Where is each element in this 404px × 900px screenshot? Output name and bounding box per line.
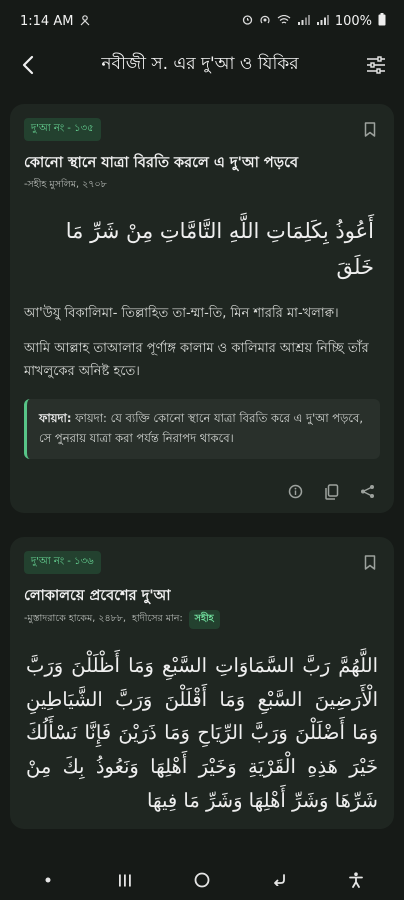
reference-text: -মুস্তাদরাকে হাকেম, ২৪৮৮,: [24, 613, 126, 625]
recent-apps-button[interactable]: [110, 865, 140, 895]
home-button[interactable]: [187, 865, 217, 895]
dua-reference: -মুস্তাদরাকে হাকেম, ২৪৮৮, হাদীসের মান: স…: [24, 610, 380, 630]
dua-reference: -সহীহ মুসলিম, ২৭০৮: [24, 178, 380, 193]
share-button[interactable]: [358, 483, 376, 501]
copy-icon: [324, 483, 338, 500]
hadith-grade-label: হাদীসের মান:: [131, 613, 183, 625]
hotspot-icon: [259, 14, 271, 28]
back-arrow-icon: [273, 874, 285, 886]
benefit-box: ফায়দা: ফায়দা: যে ব্যক্তি কোনো স্থানে য…: [24, 399, 380, 459]
info-button[interactable]: [286, 483, 304, 501]
chevron-left-icon: [22, 55, 34, 75]
nav-dot-button[interactable]: [33, 865, 63, 895]
filter-button[interactable]: [362, 51, 390, 79]
app-bar: নবীজী স. এর দু'আ ও যিকির: [0, 42, 404, 88]
benefit-label: ফায়দা:: [39, 411, 72, 426]
dua-title: লোকালয়ে প্রবেশের দু'আ: [24, 587, 171, 604]
dua-number-badge: দু'আ নং - ১৩৫: [24, 118, 101, 141]
usb-debug-icon: [79, 14, 91, 29]
status-time: 1:14 AM: [20, 13, 74, 29]
back-button[interactable]: [14, 51, 42, 79]
dua-number-badge: দু'আ নং - ১৩৬: [24, 550, 101, 574]
accessibility-icon: [348, 872, 363, 888]
bookmark-icon: [364, 554, 376, 570]
share-icon: [360, 485, 374, 499]
benefit-text: ফায়দা: যে ব্যক্তি কোনো স্থানে যাত্রা বি…: [39, 411, 363, 446]
info-icon: [288, 484, 302, 499]
bookmark-button[interactable]: [360, 552, 380, 572]
reference-text: -সহীহ মুসলিম, ২৭০৮: [24, 178, 107, 190]
signal-icon-2: [316, 14, 329, 28]
wifi-calling-icon: [277, 14, 291, 28]
status-left: 1:14 AM: [20, 14, 91, 29]
transliteration-text: আ'উযু বিকালিমা- তিল্লাহিত তা-ম্মা-তি, মি…: [24, 306, 339, 322]
arabic-text: أَعُوذُ بِكَلِمَاتِ اللَّهِ التَّامَّاتِ…: [65, 218, 374, 279]
accessibility-button[interactable]: [341, 865, 371, 895]
battery-icon: [378, 13, 386, 29]
battery-percent: 100%: [334, 13, 372, 29]
back-nav-button[interactable]: [264, 865, 294, 895]
meaning-text: আমি আল্লাহ তাআলার পূর্ণাঙ্গ কালাম ও কালি…: [24, 340, 369, 379]
status-bar: 1:14 AM 100%: [0, 0, 404, 42]
recent-apps-icon: [119, 874, 131, 886]
alarm-icon: [242, 14, 253, 28]
system-nav-bar: [0, 860, 404, 900]
card-actions: [24, 483, 380, 501]
signal-icon-1: [297, 14, 310, 28]
bookmark-icon: [364, 122, 376, 137]
card-header: দু'আ নং - ১৩৫: [24, 118, 380, 141]
sliders-icon: [367, 56, 385, 74]
dua-title: কোনো স্থানে যাত্রা বিরতি করলে এ দু'আ পড়…: [24, 155, 299, 171]
bookmark-button[interactable]: [360, 120, 380, 140]
dua-list[interactable]: দু'আ নং - ১৩৫ কোনো স্থানে যাত্রা বিরতি ক…: [10, 104, 394, 860]
hadith-grade-badge: সহীহ: [188, 610, 220, 630]
copy-button[interactable]: [322, 483, 340, 501]
arabic-text: اللَّهُمَّ رَبَّ السَّمَاوَاتِ السَّبْعِ…: [26, 654, 378, 812]
dua-card: দু'আ নং - ১৩৬ লোকালয়ে প্রবেশের দু'আ -মু…: [10, 536, 394, 830]
card-header: দু'আ নং - ১৩৬: [24, 550, 380, 574]
home-circle-icon: [194, 872, 210, 888]
status-right: 100%: [242, 13, 386, 29]
dot-icon: [45, 877, 51, 883]
page-title: নবীজী স. এর দু'আ ও যিকির: [101, 54, 299, 74]
dua-card: দু'আ নং - ১৩৫ কোনো স্থানে যাত্রা বিরতি ক…: [10, 104, 394, 513]
